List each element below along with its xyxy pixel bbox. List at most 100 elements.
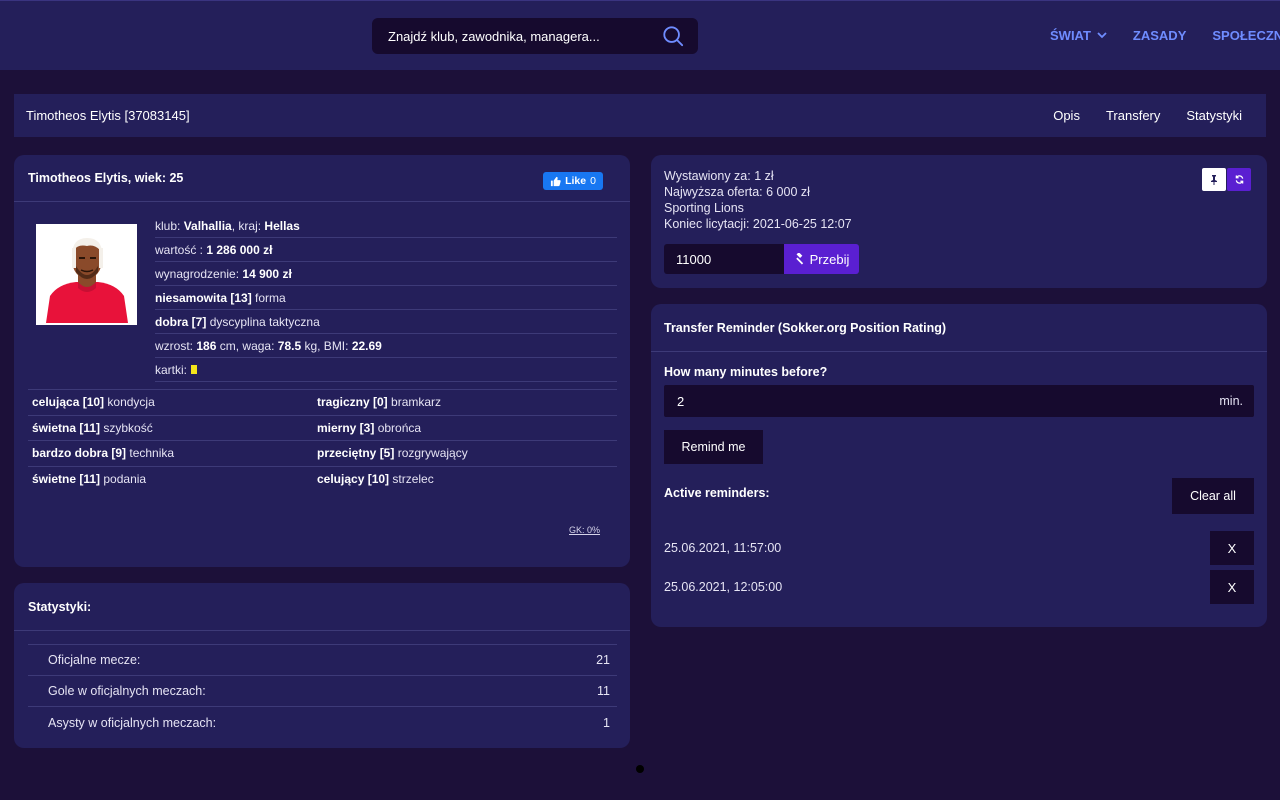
form-row: niesamowita [13] forma <box>155 286 617 310</box>
stat-label: Oficjalne mecze: <box>48 653 141 667</box>
player-heading: Timotheos Elytis, wiek: 25 <box>28 171 184 185</box>
discipline-row: dobra [7] dyscyplina taktyczna <box>155 310 617 334</box>
club-row: klub: Valhallia, kraj: Hellas <box>155 214 617 238</box>
skill-row: świetne [11] podania celujący [10] strze… <box>28 467 617 493</box>
thumbs-up-icon <box>550 176 561 186</box>
pin-button[interactable] <box>1202 168 1226 191</box>
remind-me-button[interactable]: Remind me <box>664 430 763 464</box>
club-label: klub: <box>155 218 181 233</box>
skill-name: rozgrywający <box>397 446 468 461</box>
value-amount: 1 286 000 zł <box>206 242 273 257</box>
page-title: Timotheos Elytis [37083145] <box>26 108 190 123</box>
skill-row: bardzo dobra [9] technika przeciętny [5]… <box>28 441 617 467</box>
listed-price: Wystawiony za: 1 zł <box>664 169 774 183</box>
divider <box>14 201 630 202</box>
search-input[interactable] <box>388 28 648 44</box>
divider <box>651 351 1267 352</box>
minutes-field: min. <box>664 385 1254 417</box>
nav-rules[interactable]: ZASADY <box>1133 28 1186 43</box>
main-nav: ŚWIAT ZASADY SPOŁECZNOŚĆ <box>1040 21 1280 51</box>
nav-community[interactable]: SPOŁECZNOŚĆ <box>1212 28 1280 43</box>
minutes-question: How many minutes before? <box>664 365 828 379</box>
form-label: forma <box>255 290 286 305</box>
country-link[interactable]: Hellas <box>264 219 299 233</box>
list-item: 25.06.2021, 11:57:00 X <box>664 531 1254 565</box>
height-unit: cm, waga: <box>219 338 275 353</box>
player-face-image <box>38 226 135 323</box>
skill-name: kondycja <box>107 395 155 410</box>
skill-cell: celująca [10] kondycja <box>28 395 313 409</box>
player-info: klub: Valhallia, kraj: Hellas wartość : … <box>155 214 617 382</box>
stats-heading: Statystyki: <box>28 600 92 614</box>
divider <box>14 630 630 631</box>
stat-value: 1 <box>603 715 610 730</box>
skill-level: świetne [11] <box>32 472 101 487</box>
tab-description[interactable]: Opis <box>1053 108 1080 123</box>
cards-label: kartki: <box>155 362 188 377</box>
top-navbar: ŚWIAT ZASADY SPOŁECZNOŚĆ <box>0 0 1280 70</box>
table-row: Gole w oficjalnych meczach: 11 <box>28 676 617 707</box>
player-card: Timotheos Elytis, wiek: 25 Like 0 klub: … <box>14 155 630 567</box>
skill-level: bardzo dobra [9] <box>32 446 127 461</box>
search-icon[interactable] <box>662 25 684 47</box>
facebook-like-count: 0 <box>590 175 596 187</box>
search-bar <box>372 18 698 54</box>
refresh-button[interactable] <box>1227 168 1251 191</box>
skill-name: bramkarz <box>391 395 442 410</box>
skill-level: celujący [10] <box>317 472 390 487</box>
salary-row: wynagrodzenie: 14 900 zł <box>155 262 617 286</box>
reminder-time: 25.06.2021, 11:57:00 <box>664 541 782 555</box>
table-row: Asysty w oficjalnych meczach: 1 <box>28 707 617 738</box>
pin-icon <box>1211 174 1217 185</box>
active-reminders-label: Active reminders: <box>664 486 770 500</box>
bmi-value: 22.69 <box>351 338 382 353</box>
salary-label: wynagrodzenie: <box>155 266 240 281</box>
table-row: Oficjalne mecze: 21 <box>28 645 617 676</box>
height-label: wzrost: <box>155 338 194 353</box>
weight-unit: kg, BMI: <box>304 338 349 353</box>
stat-label: Asysty w oficjalnych meczach: <box>48 715 217 730</box>
skill-row: celująca [10] kondycja tragiczny [0] bra… <box>28 390 617 416</box>
minutes-input[interactable] <box>664 385 1184 417</box>
skill-cell: mierny [3] obrońca <box>313 421 598 435</box>
salary-amount: 14 900 zł <box>242 266 292 281</box>
facebook-like-label: Like <box>565 175 587 187</box>
yellow-card-icon <box>191 365 198 374</box>
tab-transfers[interactable]: Transfery <box>1106 108 1160 123</box>
stats-table: Oficjalne mecze: 21 Gole w oficjalnych me… <box>28 644 617 738</box>
reminder-time: 25.06.2021, 12:05:00 <box>664 580 783 594</box>
facebook-like-button[interactable]: Like 0 <box>543 172 603 190</box>
skill-name: podania <box>103 472 147 487</box>
remove-reminder-button[interactable]: X <box>1210 531 1254 565</box>
reminder-heading: Transfer Reminder (Sokker.org Position R… <box>664 321 947 335</box>
chevron-down-icon <box>1097 32 1107 39</box>
bid-button[interactable]: Przebij <box>784 244 859 274</box>
club-link[interactable]: Valhallia <box>184 219 232 233</box>
gk-rating-link[interactable]: GK: 0% <box>569 525 600 535</box>
bid-amount-input[interactable] <box>664 244 784 274</box>
tab-statistics[interactable]: Statystyki <box>1186 108 1242 123</box>
remove-reminder-button[interactable]: X <box>1210 570 1254 604</box>
skill-cell: przeciętny [5] rozgrywający <box>313 446 598 460</box>
auction-end: Koniec licytacji: 2021-06-25 12:07 <box>664 217 852 231</box>
discipline-level: dobra [7] <box>155 314 207 329</box>
list-item: 25.06.2021, 12:05:00 X <box>664 570 1254 604</box>
clear-all-button[interactable]: Clear all <box>1172 478 1254 514</box>
skill-cell: tragiczny [0] bramkarz <box>313 395 598 409</box>
minutes-unit: min. <box>1219 394 1243 408</box>
stat-label: Gole w oficjalnych meczach: <box>48 684 206 698</box>
skill-level: tragiczny [0] <box>317 395 388 410</box>
avatar <box>36 224 137 325</box>
skill-cell: świetna [11] szybkość <box>28 421 313 435</box>
loading-dot <box>636 765 644 773</box>
highest-bidder[interactable]: Sporting Lions <box>664 200 852 216</box>
skill-name: strzelec <box>392 472 434 487</box>
auction-info: Wystawiony za: 1 zł Najwyższa oferta: 6 … <box>664 168 852 232</box>
bid-button-label: Przebij <box>809 251 850 267</box>
skill-level: celująca [10] <box>32 395 105 410</box>
skills-table: celująca [10] kondycja tragiczny [0] bra… <box>28 389 617 492</box>
skill-level: przeciętny [5] <box>317 446 395 461</box>
nav-world[interactable]: ŚWIAT <box>1050 28 1107 43</box>
form-level: niesamowita [13] <box>155 290 252 305</box>
skill-cell: bardzo dobra [9] technika <box>28 446 313 460</box>
